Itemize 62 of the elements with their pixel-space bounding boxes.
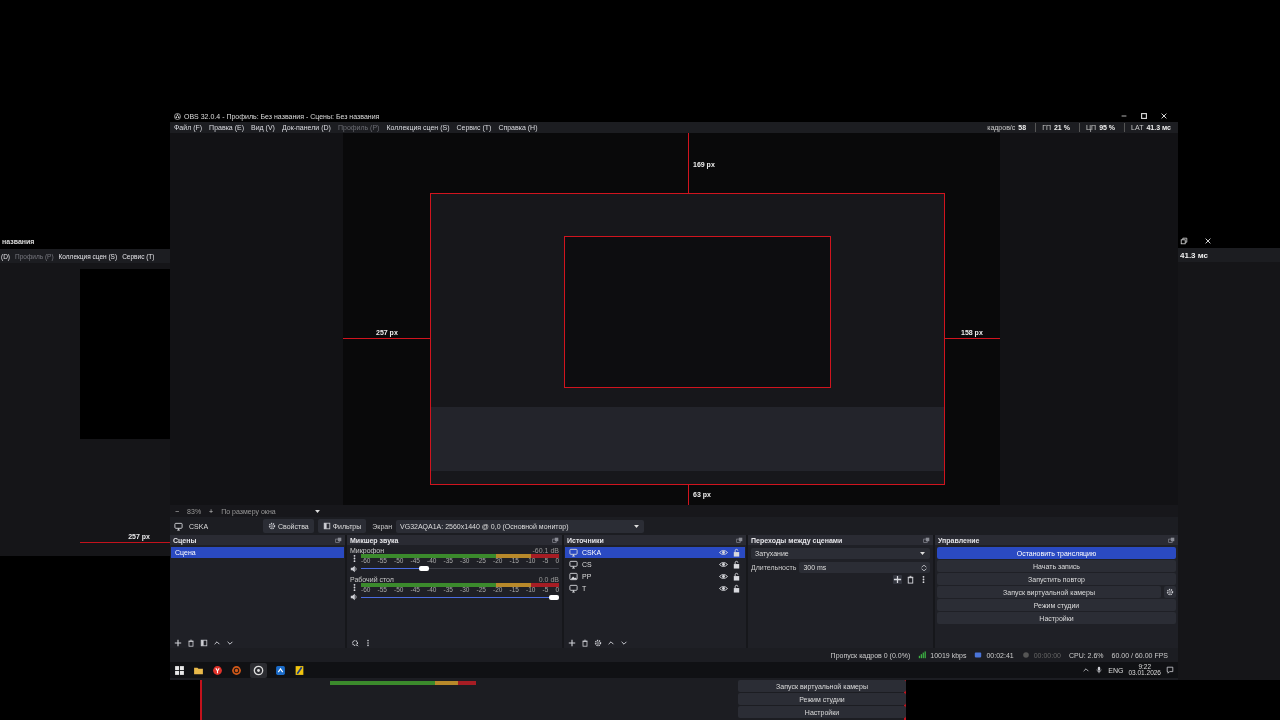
ring-icon <box>253 664 264 676</box>
restore-icon[interactable] <box>1180 236 1188 245</box>
up-icon[interactable] <box>213 638 221 647</box>
monitor-icon <box>569 560 578 569</box>
slider-thumb[interactable] <box>549 594 559 600</box>
monitor-icon <box>569 584 578 593</box>
trash-icon[interactable] <box>581 638 589 647</box>
lock-icon[interactable] <box>732 572 741 581</box>
image-icon <box>569 572 578 581</box>
spin-arrows-icon <box>920 563 928 572</box>
lock-icon[interactable] <box>732 584 741 593</box>
app-icon[interactable] <box>250 662 267 678</box>
app-icon[interactable] <box>294 664 305 676</box>
gear-icon <box>1166 588 1174 596</box>
monitor-icon <box>174 521 183 531</box>
microphone-icon[interactable] <box>1095 666 1104 674</box>
chevron-icon[interactable] <box>1082 666 1091 674</box>
app-icon[interactable] <box>212 664 223 676</box>
undock-icon[interactable] <box>923 536 930 544</box>
close-icon[interactable] <box>1204 236 1212 245</box>
signal-icon <box>918 651 927 659</box>
notification-icon[interactable] <box>1166 666 1174 674</box>
settings-icon[interactable] <box>594 638 602 647</box>
slider-thumb[interactable] <box>419 566 430 571</box>
lock-icon[interactable] <box>732 560 741 569</box>
undock-icon[interactable] <box>552 536 559 544</box>
start-icon[interactable] <box>174 664 185 676</box>
settings-icon[interactable] <box>351 638 359 647</box>
speaker-icon[interactable] <box>350 593 358 601</box>
monitor-icon <box>569 548 578 557</box>
maximize-icon[interactable] <box>1140 112 1148 120</box>
trash-icon[interactable] <box>187 638 195 647</box>
settings-button[interactable] <box>1164 586 1176 598</box>
volume-slider[interactable] <box>361 566 559 571</box>
eye-icon[interactable] <box>719 572 728 581</box>
trash-icon[interactable] <box>906 575 915 584</box>
undock-icon[interactable] <box>335 536 342 544</box>
undock-icon[interactable] <box>736 536 743 544</box>
caret-icon <box>314 507 322 515</box>
caret-icon <box>919 550 926 557</box>
caret-icon <box>633 522 641 530</box>
add-icon[interactable] <box>893 575 902 584</box>
filter-icon <box>322 522 331 530</box>
eye-icon[interactable] <box>719 584 728 593</box>
speaker-icon[interactable] <box>350 564 358 573</box>
up-icon[interactable] <box>607 638 615 647</box>
add-icon[interactable] <box>568 638 576 647</box>
eye-icon[interactable] <box>719 560 728 569</box>
app-logo-icon <box>174 112 181 120</box>
close-icon[interactable] <box>1160 112 1168 120</box>
latency-value: 41.3 мс <box>1180 250 1209 260</box>
gear-icon <box>268 522 276 530</box>
lock-icon[interactable] <box>732 548 741 557</box>
record-icon <box>1021 651 1030 659</box>
minimize-icon[interactable] <box>1120 112 1128 120</box>
filter-icon[interactable] <box>200 638 208 647</box>
stream-icon <box>974 651 983 659</box>
eye-icon[interactable] <box>719 548 728 557</box>
undock-icon[interactable] <box>1168 536 1175 544</box>
app-icon[interactable] <box>275 664 286 676</box>
more-icon[interactable] <box>364 638 372 647</box>
add-icon[interactable] <box>174 638 182 647</box>
